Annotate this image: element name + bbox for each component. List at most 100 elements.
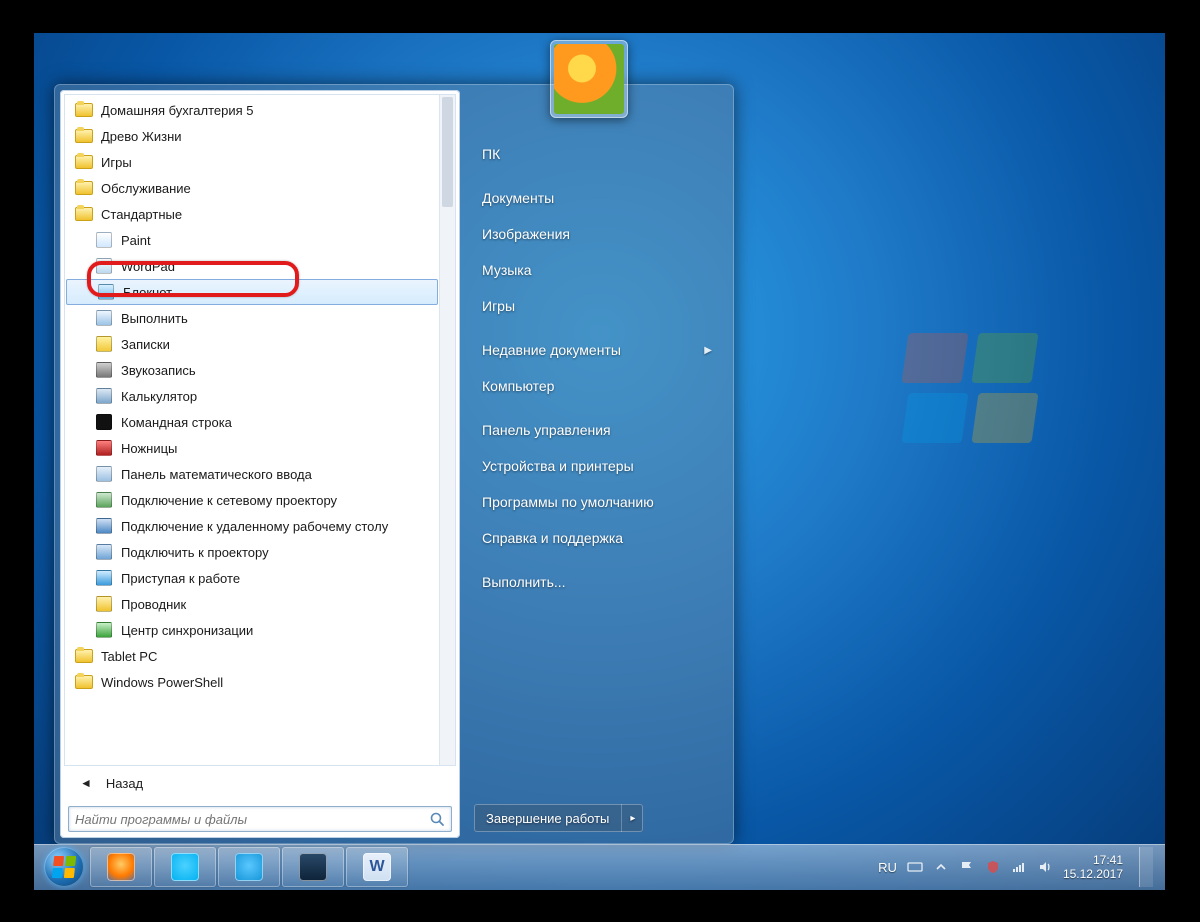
start-button[interactable]: [40, 847, 88, 887]
program-item-label: Блокнот: [123, 285, 172, 300]
program-item-label: Калькулятор: [121, 389, 197, 404]
language-indicator[interactable]: RU: [878, 860, 897, 875]
app-icon: [95, 543, 113, 561]
shutdown-button[interactable]: Завершение работы ▸: [474, 804, 643, 832]
program-item[interactable]: Выполнить: [65, 305, 439, 331]
right-item-label: Компьютер: [482, 378, 554, 394]
start-menu-right-item[interactable]: ПК: [474, 136, 720, 172]
program-item[interactable]: Paint: [65, 227, 439, 253]
start-menu-right-item[interactable]: Недавние документы▶: [474, 332, 720, 368]
back-button[interactable]: ◄ Назад: [64, 766, 456, 800]
start-menu: Домашняя бухгалтерия 5 Древо Жизни Игры Обс…: [54, 84, 734, 844]
program-item-label: Древо Жизни: [101, 129, 182, 144]
program-item[interactable]: Домашняя бухгалтерия 5: [65, 97, 439, 123]
right-item-label: Устройства и принтеры: [482, 458, 634, 474]
volume-icon[interactable]: [1037, 859, 1053, 875]
start-menu-right-item[interactable]: Панель управления: [474, 412, 720, 448]
clock-date: 15.12.2017: [1063, 867, 1123, 881]
app-icon: [97, 283, 115, 301]
program-item[interactable]: Ножницы: [65, 435, 439, 461]
taskbar-app-skype[interactable]: [154, 847, 216, 887]
shutdown-options-arrow[interactable]: ▸: [621, 804, 643, 832]
submenu-chevron-icon: ▶: [704, 345, 712, 356]
program-item[interactable]: Подключение к удаленному рабочему столу: [65, 513, 439, 539]
program-item[interactable]: Командная строка: [65, 409, 439, 435]
search-input[interactable]: [75, 812, 429, 827]
shutdown-label: Завершение работы: [474, 804, 621, 832]
program-item[interactable]: Записки: [65, 331, 439, 357]
start-menu-right-item[interactable]: Документы: [474, 180, 720, 216]
program-item-label: Звукозапись: [121, 363, 196, 378]
shield-icon[interactable]: [985, 859, 1001, 875]
program-item-label: Стандартные: [101, 207, 182, 222]
search-box[interactable]: [68, 806, 452, 832]
program-item[interactable]: Панель математического ввода: [65, 461, 439, 487]
folder-icon: [75, 153, 93, 171]
right-item-label: Документы: [482, 190, 554, 206]
program-item[interactable]: Звукозапись: [65, 357, 439, 383]
start-menu-right-item[interactable]: Программы по умолчанию: [474, 484, 720, 520]
app-icon: [95, 491, 113, 509]
start-menu-right-item[interactable]: Устройства и принтеры: [474, 448, 720, 484]
user-avatar[interactable]: [550, 40, 628, 118]
program-item-label: Ножницы: [121, 441, 177, 456]
program-item[interactable]: Windows PowerShell: [65, 669, 439, 695]
program-item[interactable]: Tablet PC: [65, 643, 439, 669]
program-item[interactable]: Подключить к проектору: [65, 539, 439, 565]
app-icon: [95, 231, 113, 249]
start-menu-right-item[interactable]: Игры: [474, 288, 720, 324]
search-icon: [429, 811, 445, 827]
show-desktop-button[interactable]: [1139, 847, 1153, 887]
desktop[interactable]: Домашняя бухгалтерия 5 Древо Жизни Игры Обс…: [34, 33, 1165, 890]
network-icon[interactable]: [1011, 859, 1027, 875]
start-menu-right-item[interactable]: Изображения: [474, 216, 720, 252]
skype-icon: [171, 853, 199, 881]
program-item[interactable]: Калькулятор: [65, 383, 439, 409]
back-triangle-icon: ◄: [80, 776, 92, 790]
taskbar-app-word[interactable]: W: [346, 847, 408, 887]
start-menu-right-item[interactable]: Компьютер: [474, 368, 720, 404]
clock[interactable]: 17:41 15.12.2017: [1063, 853, 1123, 881]
start-menu-left-panel: Домашняя бухгалтерия 5 Древо Жизни Игры Обс…: [60, 90, 460, 838]
program-item[interactable]: WordPad: [65, 253, 439, 279]
start-menu-right-panel: ПК Документы Изображения Музыка Игры Недавние…: [460, 90, 728, 838]
program-item-label: Обслуживание: [101, 181, 191, 196]
program-item-label: Панель математического ввода: [121, 467, 312, 482]
right-item-label: ПК: [482, 146, 500, 162]
app-icon: [95, 569, 113, 587]
start-menu-right-item[interactable]: Выполнить...: [474, 564, 720, 600]
program-item-label: Приступая к работе: [121, 571, 240, 586]
app-icon: [95, 361, 113, 379]
program-item-label: Подключение к сетевому проектору: [121, 493, 337, 508]
start-menu-right-item[interactable]: Справка и поддержка: [474, 520, 720, 556]
program-list-scrollbar[interactable]: [439, 95, 455, 765]
keyboard-icon[interactable]: [907, 859, 923, 875]
taskbar-app-task-manager[interactable]: [282, 847, 344, 887]
program-item[interactable]: Проводник: [65, 591, 439, 617]
program-item[interactable]: Блокнот: [66, 279, 438, 305]
program-item-label: Записки: [121, 337, 170, 352]
app-icon: [95, 257, 113, 275]
program-item-label: Командная строка: [121, 415, 232, 430]
right-item-label: Музыка: [482, 262, 532, 278]
app-icon: [95, 387, 113, 405]
taskbar: W RU 17:41 15.12.2017: [34, 844, 1165, 890]
program-list[interactable]: Домашняя бухгалтерия 5 Древо Жизни Игры Обс…: [64, 94, 456, 766]
folder-icon: [75, 127, 93, 145]
taskbar-app-firefox[interactable]: [90, 847, 152, 887]
program-item[interactable]: Древо Жизни: [65, 123, 439, 149]
program-item-label: Paint: [121, 233, 151, 248]
program-item[interactable]: Стандартные: [65, 201, 439, 227]
program-item[interactable]: Центр синхронизации: [65, 617, 439, 643]
start-menu-right-item[interactable]: Музыка: [474, 252, 720, 288]
tray-chevron-icon[interactable]: [933, 859, 949, 875]
flag-icon[interactable]: [959, 859, 975, 875]
program-item[interactable]: Приступая к работе: [65, 565, 439, 591]
taskbar-app-telegram[interactable]: [218, 847, 280, 887]
app-icon: [95, 413, 113, 431]
program-item-label: Центр синхронизации: [121, 623, 253, 638]
program-item-label: Подключение к удаленному рабочему столу: [121, 519, 388, 534]
program-item[interactable]: Обслуживание: [65, 175, 439, 201]
program-item[interactable]: Игры: [65, 149, 439, 175]
program-item[interactable]: Подключение к сетевому проектору: [65, 487, 439, 513]
